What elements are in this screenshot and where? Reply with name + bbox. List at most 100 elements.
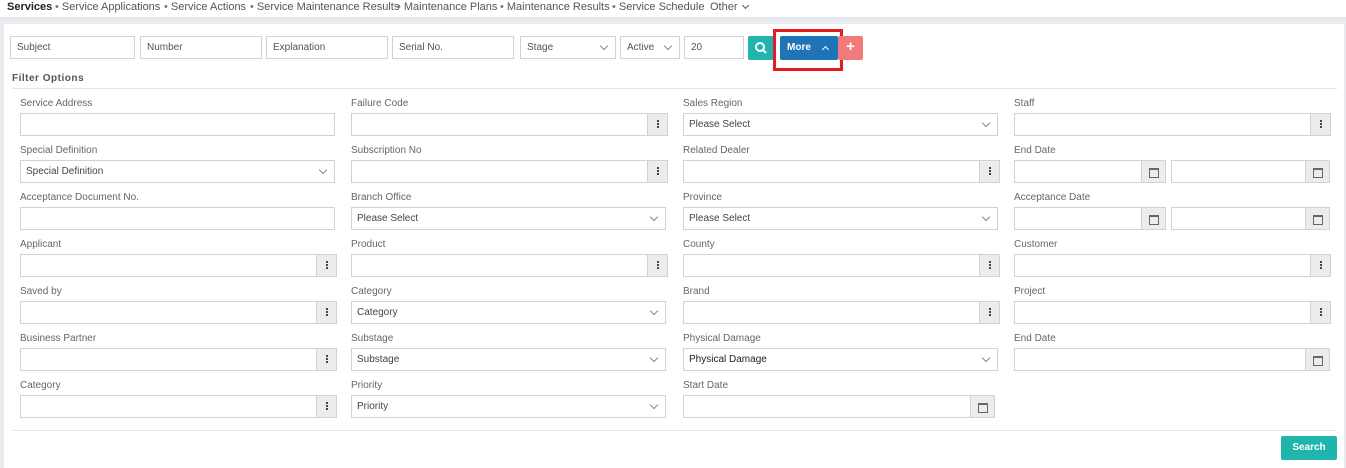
calendar-icon[interactable]	[1142, 207, 1166, 230]
category-2-input[interactable]	[20, 395, 317, 418]
nav-label: Other	[710, 1, 738, 13]
explanation-input[interactable]: Explanation	[266, 36, 388, 59]
category-select[interactable]: Category	[351, 301, 666, 324]
physical-damage-select[interactable]: Physical Damage	[683, 348, 998, 371]
stage-select[interactable]: Stage	[520, 36, 616, 59]
acceptance-date-to-input[interactable]	[1171, 207, 1306, 230]
applicant-input[interactable]	[20, 254, 317, 277]
acceptance-date-label: Acceptance Date	[1014, 192, 1091, 203]
nav-service-maintenance-results[interactable]: • Service Maintenance Results	[250, 1, 399, 13]
sales-region-label: Sales Region	[683, 98, 743, 109]
more-options-icon[interactable]	[317, 254, 337, 277]
province-label: Province	[683, 192, 722, 203]
brand-input[interactable]	[683, 301, 980, 324]
more-options-icon[interactable]	[1311, 113, 1331, 136]
end-date-2-input[interactable]	[1014, 348, 1306, 371]
nav-label: Maintenance Results	[506, 1, 610, 13]
service-address-input[interactable]	[20, 113, 335, 136]
highlight-box	[773, 29, 843, 71]
serial-no-input[interactable]: Serial No.	[392, 36, 514, 59]
top-navigation: Services • Service Applications • Service …	[0, 0, 1346, 20]
page-size-input[interactable]: 20	[684, 36, 744, 59]
project-input[interactable]	[1014, 301, 1311, 324]
search-icon-button[interactable]	[748, 36, 774, 60]
nav-label: Service Applications	[61, 1, 161, 13]
priority-select[interactable]: Priority	[351, 395, 666, 418]
calendar-icon[interactable]	[1306, 207, 1330, 230]
status-select[interactable]: Active	[620, 36, 680, 59]
more-options-icon[interactable]	[1311, 254, 1331, 277]
business-partner-label: Business Partner	[20, 333, 97, 344]
more-options-icon[interactable]	[317, 301, 337, 324]
customer-input[interactable]	[1014, 254, 1311, 277]
calendar-icon[interactable]	[1306, 160, 1330, 183]
calendar-icon[interactable]	[1142, 160, 1166, 183]
more-options-icon[interactable]	[980, 301, 1000, 324]
nav-services[interactable]: Services	[7, 1, 52, 13]
divider	[12, 430, 1337, 431]
filter-panel: Subject Number Explanation Serial No. St…	[4, 24, 1344, 468]
divider	[12, 88, 1337, 89]
special-definition-select[interactable]: Special Definition	[20, 160, 335, 183]
nav-service-actions[interactable]: • Service Actions	[164, 1, 246, 13]
nav-service-schedule[interactable]: • Service Schedule	[612, 1, 704, 13]
county-label: County	[683, 239, 715, 250]
business-partner-input[interactable]	[20, 348, 317, 371]
more-options-icon[interactable]	[317, 348, 337, 371]
more-options-icon[interactable]	[317, 395, 337, 418]
chevron-down-icon	[741, 1, 749, 10]
calendar-icon[interactable]	[971, 395, 995, 418]
start-date-input[interactable]	[683, 395, 971, 418]
search-button[interactable]: Search	[1281, 436, 1337, 460]
customer-label: Customer	[1014, 239, 1058, 250]
service-address-label: Service Address	[20, 98, 93, 109]
number-input[interactable]: Number	[140, 36, 262, 59]
nav-maintenance-results[interactable]: • Maintenance Results	[500, 1, 610, 13]
nav-label: Service Schedule	[618, 1, 705, 13]
subscription-no-input[interactable]	[351, 160, 648, 183]
saved-by-label: Saved by	[20, 286, 62, 297]
more-options-icon[interactable]	[648, 254, 668, 277]
sales-region-select[interactable]: Please Select	[683, 113, 998, 136]
county-input[interactable]	[683, 254, 980, 277]
branch-office-select[interactable]: Please Select	[351, 207, 666, 230]
more-options-icon[interactable]	[1311, 301, 1331, 324]
end-date-from-input[interactable]	[1014, 160, 1142, 183]
physical-damage-label: Physical Damage	[683, 333, 761, 344]
acceptance-document-no-label: Acceptance Document No.	[20, 192, 139, 203]
project-label: Project	[1014, 286, 1046, 297]
failure-code-input[interactable]	[351, 113, 648, 136]
special-definition-label: Special Definition	[20, 145, 98, 156]
more-options-icon[interactable]	[648, 113, 668, 136]
failure-code-label: Failure Code	[351, 98, 409, 109]
staff-input[interactable]	[1014, 113, 1311, 136]
related-dealer-label: Related Dealer	[683, 145, 750, 156]
acceptance-date-from-input[interactable]	[1014, 207, 1142, 230]
more-options-icon[interactable]	[980, 254, 1000, 277]
nav-other[interactable]: Other	[710, 1, 749, 13]
more-options-icon[interactable]	[980, 160, 1000, 183]
priority-label: Priority	[351, 380, 383, 391]
acceptance-document-no-input[interactable]	[20, 207, 335, 230]
applicant-label: Applicant	[20, 239, 62, 250]
search-icon	[755, 42, 767, 54]
more-options-icon[interactable]	[648, 160, 668, 183]
category-2-label: Category	[20, 380, 61, 391]
substage-label: Substage	[351, 333, 394, 344]
category-label: Category	[351, 286, 392, 297]
subject-input[interactable]: Subject	[10, 36, 135, 59]
product-input[interactable]	[351, 254, 648, 277]
subscription-no-label: Subscription No	[351, 145, 422, 156]
end-date-label: End Date	[1014, 145, 1056, 156]
filter-options-title: Filter Options	[12, 73, 84, 84]
end-date-to-input[interactable]	[1171, 160, 1306, 183]
nav-maintenance-plans[interactable]: • Maintenance Plans	[397, 1, 497, 13]
staff-label: Staff	[1014, 98, 1035, 109]
nav-service-applications[interactable]: • Service Applications	[55, 1, 160, 13]
add-button[interactable]: +	[838, 36, 863, 60]
calendar-icon[interactable]	[1306, 348, 1330, 371]
province-select[interactable]: Please Select	[683, 207, 998, 230]
saved-by-input[interactable]	[20, 301, 317, 324]
substage-select[interactable]: Substage	[351, 348, 666, 371]
related-dealer-input[interactable]	[683, 160, 980, 183]
